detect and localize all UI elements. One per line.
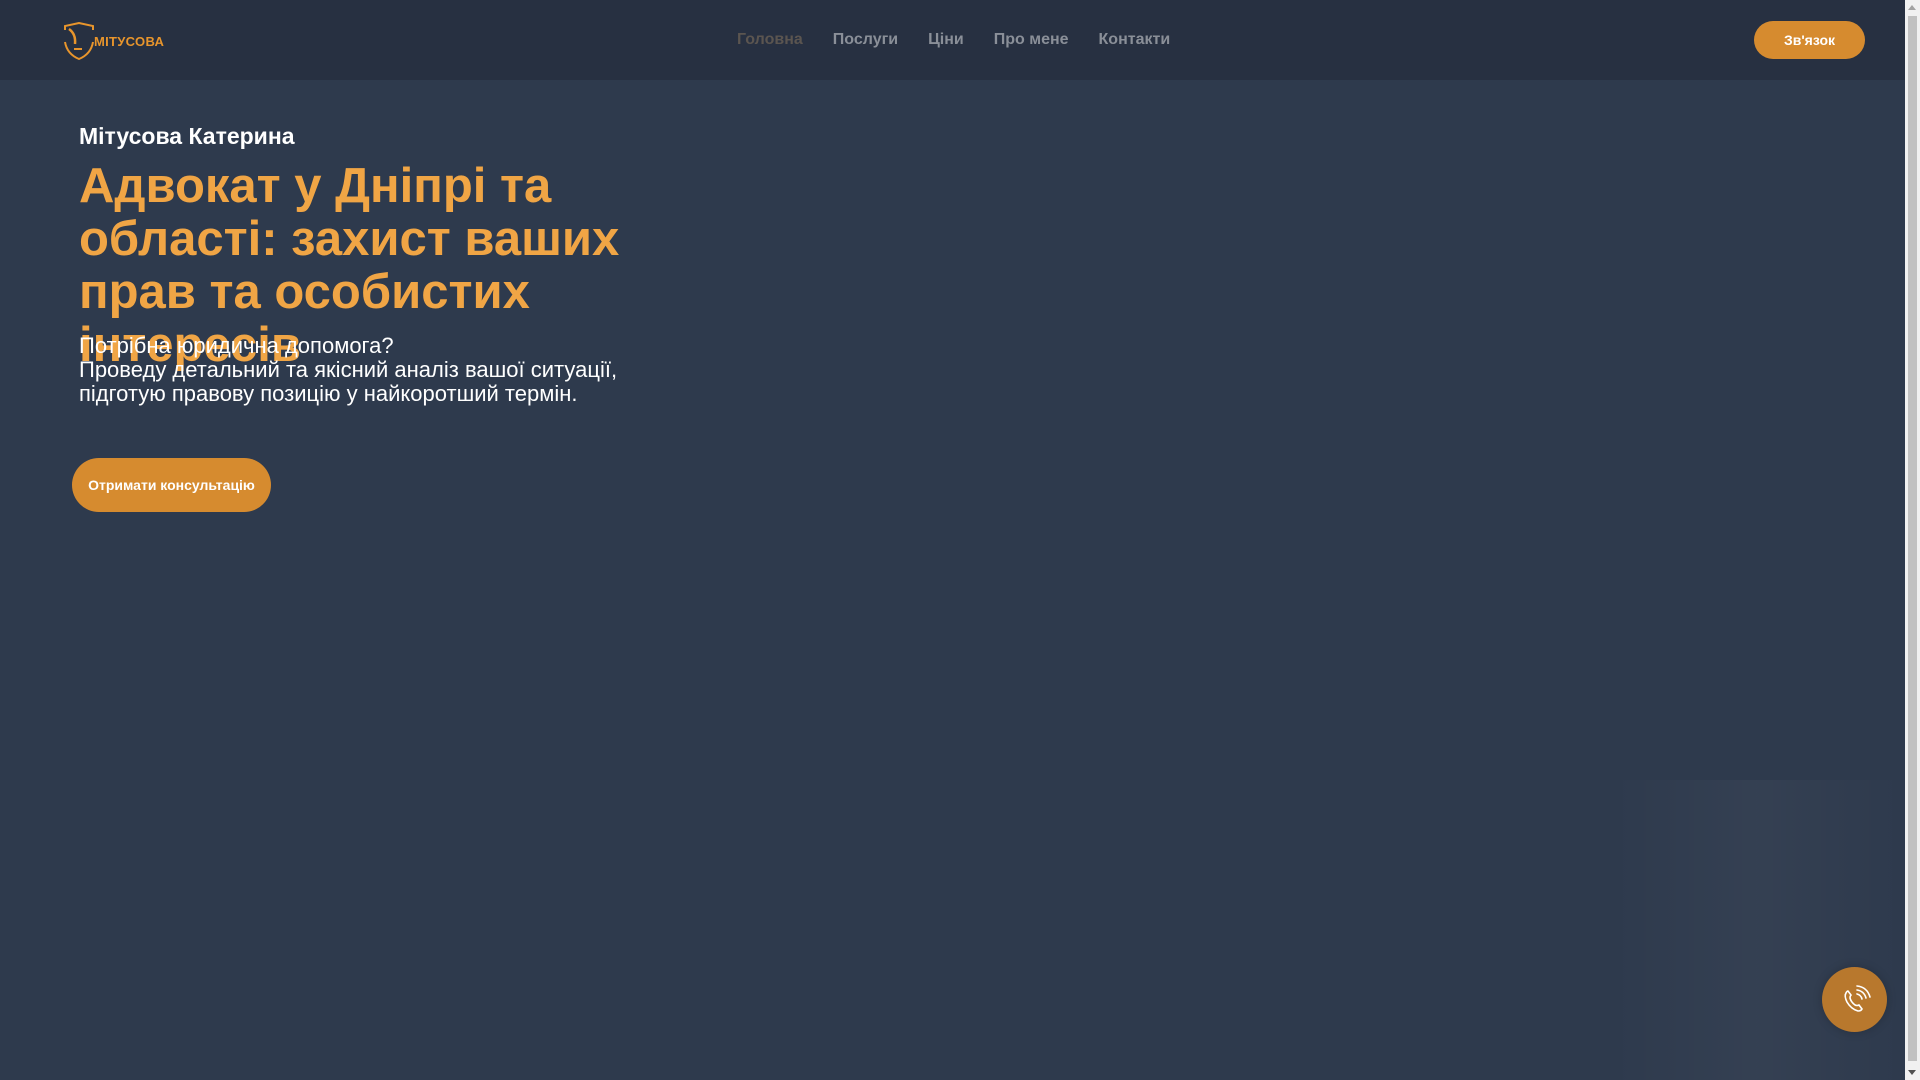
nav-services[interactable]: Послуги — [833, 31, 898, 49]
hero-line-1: Проведу детальний та якісний аналіз вашо… — [79, 357, 618, 382]
scrollbar-thumb[interactable] — [1908, 16, 1917, 1061]
lawyer-name: Мітусова Катерина — [79, 123, 295, 149]
scroll-up-icon[interactable] — [1908, 5, 1916, 10]
scroll-down-icon[interactable] — [1908, 1070, 1916, 1075]
hero-line-2: підготую правову позицію у найкоротший т… — [79, 381, 578, 406]
nav-about[interactable]: Про мене — [994, 31, 1069, 49]
scrollbar[interactable] — [1905, 0, 1920, 1080]
hero-description: Потрібна юридична допомога? Проведу дета… — [79, 334, 779, 406]
hero-question: Потрібна юридична допомога? — [79, 333, 394, 358]
logo[interactable]: МІТУСОВА — [62, 22, 164, 60]
site-header: МІТУСОВА Головна Послуги Ціни Про мене К… — [0, 0, 1905, 80]
get-consultation-button[interactable]: Отримати консультацію — [72, 458, 271, 512]
background-glow — [1610, 780, 1905, 1080]
shield-quill-icon — [64, 22, 94, 60]
call-button[interactable] — [1822, 967, 1887, 1032]
contact-button[interactable]: Зв'язок — [1754, 21, 1865, 59]
logo-text: МІТУСОВА — [94, 33, 165, 49]
nav-prices[interactable]: Ціни — [928, 31, 964, 49]
nav-contacts[interactable]: Контакти — [1099, 31, 1171, 49]
nav-home[interactable]: Головна — [737, 31, 803, 49]
main-nav: Головна Послуги Ціни Про мене Контакти — [737, 0, 1170, 80]
phone-call-icon — [1843, 984, 1871, 1012]
